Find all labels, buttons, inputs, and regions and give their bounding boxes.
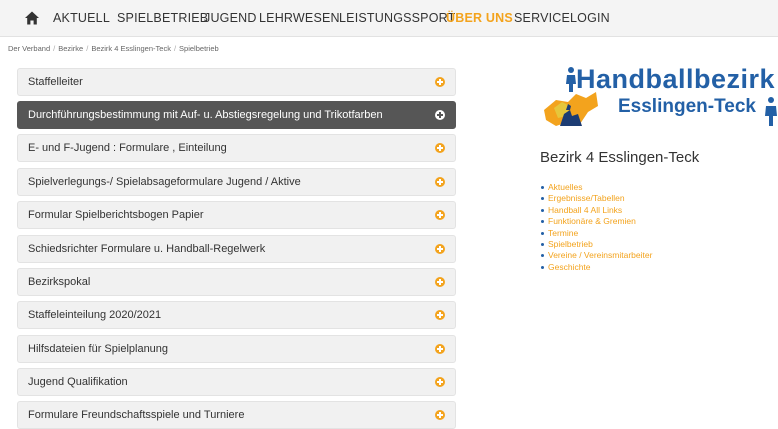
nav-item-leistungssport[interactable]: LEISTUNGSSPORT [339, 11, 455, 25]
nav-item-ueber-uns[interactable]: ÜBER UNS [446, 11, 513, 25]
nav-item-service[interactable]: SERVICE [514, 11, 570, 25]
accordion-label: Spielverlegungs-/ Spielabsageformulare J… [28, 176, 301, 188]
accordion-staffeleinteilung[interactable]: Staffeleinteilung 2020/2021 [17, 301, 456, 329]
plus-icon [435, 377, 445, 387]
accordion-label: Durchführungsbestimmung mit Auf- u. Abst… [28, 109, 383, 121]
accordion-label: Bezirkspokal [28, 276, 91, 288]
accordion-bezirkspokal[interactable]: Bezirkspokal [17, 268, 456, 296]
plus-icon [435, 143, 445, 153]
logo-line2: Esslingen-Teck [618, 96, 756, 117]
accordion-label: Schiedsrichter Formulare u. Handball-Reg… [28, 243, 266, 255]
plus-icon [435, 410, 445, 420]
breadcrumb-item-current: Spielbetrieb [179, 44, 219, 53]
plus-icon [435, 77, 445, 87]
breadcrumb-separator: / [173, 44, 177, 53]
side-link-aktuelles[interactable]: Aktuelles [541, 182, 652, 193]
accordion-spielverlegung[interactable]: Spielverlegungs-/ Spielabsageformulare J… [17, 168, 456, 196]
accordion-freundschaftsspiele[interactable]: Formulare Freundschaftsspiele und Turnie… [17, 401, 456, 429]
side-link-geschichte[interactable]: Geschichte [541, 262, 652, 273]
logo-line1: Handballbezirk [576, 64, 776, 94]
accordion-hilfsdateien[interactable]: Hilfsdateien für Spielplanung [17, 335, 456, 363]
accordion-schiedsrichter[interactable]: Schiedsrichter Formulare u. Handball-Reg… [17, 235, 456, 263]
plus-icon [435, 210, 445, 220]
top-navigation: AKTUELL SPIELBETRIEB JUGEND LEHRWESEN LE… [0, 0, 778, 37]
player-figure-icon [765, 97, 777, 126]
accordion-spielberichtsbogen[interactable]: Formular Spielberichtsbogen Papier [17, 201, 456, 229]
plus-icon [435, 277, 445, 287]
side-link-handball4all[interactable]: Handball 4 All Links [541, 205, 652, 216]
accordion-label: Formulare Freundschaftsspiele und Turnie… [28, 409, 245, 421]
breadcrumb-item-bezirk[interactable]: Bezirk 4 Esslingen-Teck [91, 44, 171, 53]
nav-item-aktuell[interactable]: AKTUELL [53, 11, 110, 25]
handballbezirk-logo[interactable]: Handballbezirk Esslingen-Teck [540, 62, 778, 132]
breadcrumb-separator: / [53, 44, 56, 53]
logo-emblem-icon [544, 92, 598, 126]
nav-item-lehrwesen[interactable]: LEHRWESEN [259, 11, 340, 25]
nav-item-jugend[interactable]: JUGEND [204, 11, 257, 25]
breadcrumb-item-bezirke[interactable]: Bezirke [58, 44, 83, 53]
breadcrumb-separator: / [86, 44, 89, 53]
nav-item-login[interactable]: LOGIN [570, 11, 610, 25]
region-title: Bezirk 4 Esslingen-Teck [540, 149, 700, 166]
side-link-spielbetrieb[interactable]: Spielbetrieb [541, 239, 652, 250]
accordion-label: Hilfsdateien für Spielplanung [28, 343, 169, 355]
accordion-staffelleiter[interactable]: Staffelleiter [17, 68, 456, 96]
plus-icon [435, 310, 445, 320]
nav-item-spielbetrieb[interactable]: SPIELBETRIEB [117, 11, 208, 25]
accordion-jugend-qualifikation[interactable]: Jugend Qualifikation [17, 368, 456, 396]
plus-icon [435, 177, 445, 187]
accordion-label: E- und F-Jugend : Formulare , Einteilung [28, 142, 227, 154]
plus-icon [435, 344, 445, 354]
accordion-durchfuehrungsbestimmung[interactable]: Durchführungsbestimmung mit Auf- u. Abst… [17, 101, 456, 129]
breadcrumb: Der Verband / Bezirke / Bezirk 4 Esslingen-T… [8, 44, 219, 53]
home-icon[interactable] [24, 10, 40, 26]
accordion-label: Formular Spielberichtsbogen Papier [28, 209, 204, 221]
breadcrumb-item-verband[interactable]: Der Verband [8, 44, 50, 53]
side-link-ergebnisse[interactable]: Ergebnisse/Tabellen [541, 193, 652, 204]
plus-icon [435, 110, 445, 120]
accordion-e-f-jugend[interactable]: E- und F-Jugend : Formulare , Einteilung [17, 134, 456, 162]
side-link-list: Aktuelles Ergebnisse/Tabellen Handball 4… [541, 182, 652, 273]
side-link-vereine[interactable]: Vereine / Vereinsmitarbeiter [541, 250, 652, 261]
plus-icon [435, 244, 445, 254]
side-link-funktionaere[interactable]: Funktionäre & Gremien [541, 216, 652, 227]
side-link-termine[interactable]: Termine [541, 228, 652, 239]
accordion-label: Staffeleinteilung 2020/2021 [28, 309, 162, 321]
accordion-label: Jugend Qualifikation [28, 376, 128, 388]
accordion-label: Staffelleiter [28, 76, 83, 88]
